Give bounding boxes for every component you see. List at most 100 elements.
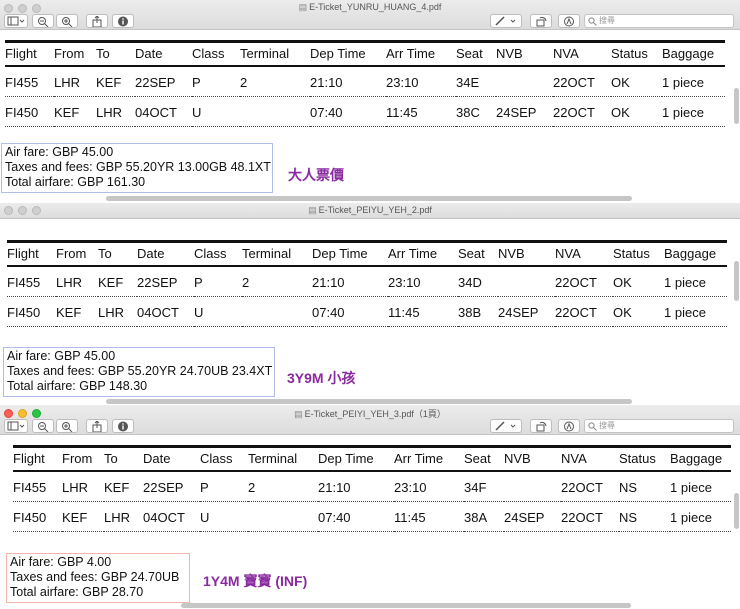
table-cell: KEF: [54, 96, 96, 127]
sidebar-button[interactable]: [4, 14, 28, 28]
sidebar-button[interactable]: [4, 419, 28, 433]
annotate-button[interactable]: [558, 14, 580, 28]
table-cell: 23:10: [394, 471, 464, 502]
horizontal-scrollbar[interactable]: [106, 196, 632, 201]
close-window-button[interactable]: [4, 206, 13, 215]
column-header: Flight: [5, 40, 54, 67]
sidebar-icon: [7, 421, 25, 431]
info-button[interactable]: [112, 419, 134, 433]
sidebar-icon: [7, 16, 25, 26]
horizontal-scrollbar[interactable]: [106, 399, 632, 404]
rotate-button[interactable]: [530, 419, 552, 433]
close-window-button[interactable]: [4, 4, 13, 13]
column-header: Date: [143, 445, 200, 472]
rotate-button[interactable]: [530, 14, 552, 28]
window-controls: [4, 4, 41, 13]
zoom-out-button[interactable]: [32, 14, 54, 28]
column-header: Date: [135, 40, 192, 67]
share-button[interactable]: [86, 14, 108, 28]
window-title-text: E-Ticket_YUNRU_HUANG_4.pdf: [309, 2, 442, 12]
zoom-in-button[interactable]: [56, 14, 78, 28]
vertical-scrollbar[interactable]: [734, 88, 739, 124]
table-cell: 22SEP: [143, 471, 200, 502]
table-cell: FI455: [7, 266, 56, 297]
annotation-note: 大人票價: [288, 167, 344, 183]
table-cell: 1 piece: [664, 266, 727, 297]
share-button[interactable]: [86, 419, 108, 433]
column-header: Arr Time: [394, 445, 464, 472]
zoom-out-button[interactable]: [32, 419, 54, 433]
zoom-window-button[interactable]: [32, 206, 41, 215]
minimize-window-button[interactable]: [18, 409, 27, 418]
taxes-fees-line: Taxes and fees: GBP 55.20YR 24.70UB 23.4…: [7, 364, 273, 378]
fare-summary-box: Air fare: GBP 4.00 Taxes and fees: GBP 2…: [6, 553, 190, 603]
annotation-note: 3Y9M 小孩: [287, 370, 356, 386]
table-row: FI455 LHR KEF 22SEP P 2 21:10 23:10 34E 22OCT OK 1 …: [5, 66, 725, 97]
table-cell: [504, 471, 561, 502]
window-title-text: E-Ticket_PEIYI_YEH_3.pdf（1頁）: [304, 409, 446, 419]
zoom-in-icon: [62, 17, 73, 27]
table-cell: FI455: [13, 471, 62, 502]
close-window-button[interactable]: [4, 409, 13, 418]
table-cell: [242, 296, 312, 327]
table-header-row: Flight From To Date Class Terminal Dep Time Arr…: [5, 40, 725, 67]
zoom-window-button[interactable]: [32, 409, 41, 418]
table-row: FI455 LHR KEF 22SEP P 2 21:10 23:10 34F 22OCT NS 1 …: [13, 471, 731, 502]
table-cell: LHR: [56, 266, 98, 297]
minimize-window-button[interactable]: [18, 206, 27, 215]
flight-table: Flight From To Date Class Terminal Dep Time Arr…: [13, 445, 731, 532]
share-icon: [92, 16, 102, 27]
taxes-fees-line: Taxes and fees: GBP 55.20YR 13.00GB 48.1…: [5, 160, 271, 174]
column-header: Class: [192, 40, 240, 67]
minimize-window-button[interactable]: [18, 4, 27, 13]
total-airfare-line: Total airfare: GBP 28.70: [10, 585, 144, 599]
table-cell: FI450: [5, 96, 54, 127]
search-field[interactable]: 搜尋: [584, 419, 734, 433]
table-cell: 24SEP: [498, 296, 555, 327]
flight-table: Flight From To Date Class Terminal Dep Time Arr…: [5, 40, 725, 127]
table-cell: 11:45: [388, 296, 458, 327]
table-cell: OK: [613, 266, 664, 297]
taxes-fees-line: Taxes and fees: GBP 24.70UB: [10, 570, 180, 584]
zoom-window-button[interactable]: [32, 4, 41, 13]
annotate-button[interactable]: [558, 419, 580, 433]
table-cell: FI455: [5, 66, 54, 97]
pdf-window-3: ▤ E-Ticket_PEIYI_YEH_3.pdf（1頁） 搜尋 Flight F…: [0, 405, 740, 609]
fare-summary-box: Air fare: GBP 45.00 Taxes and fees: GBP …: [1, 143, 273, 193]
table-cell: U: [192, 96, 240, 127]
vertical-scrollbar[interactable]: [734, 261, 739, 301]
table-cell: 23:10: [386, 66, 456, 97]
markup-pen-icon: [495, 421, 516, 431]
table-cell: 1 piece: [670, 501, 731, 532]
table-cell: P: [194, 266, 242, 297]
column-header: Status: [611, 40, 662, 67]
table-cell: 04OCT: [135, 96, 192, 127]
table-cell: 11:45: [394, 501, 464, 532]
table-cell: 34D: [458, 266, 498, 297]
table-row: FI455 LHR KEF 22SEP P 2 21:10 23:10 34D 22OCT OK 1 …: [7, 266, 727, 297]
table-cell: 22OCT: [561, 501, 619, 532]
column-header: Arr Time: [386, 40, 456, 67]
table-cell: 22OCT: [553, 66, 611, 97]
markup-button[interactable]: [490, 14, 522, 28]
info-icon: [118, 421, 128, 432]
table-cell: 1 piece: [664, 296, 727, 327]
zoom-in-button[interactable]: [56, 419, 78, 433]
info-button[interactable]: [112, 14, 134, 28]
column-header: NVB: [496, 40, 553, 67]
table-cell: U: [200, 501, 248, 532]
table-cell: 1 piece: [670, 471, 731, 502]
vertical-scrollbar[interactable]: [734, 493, 739, 529]
search-field[interactable]: 搜尋: [584, 14, 734, 28]
column-header: Status: [619, 445, 670, 472]
table-cell: FI450: [7, 296, 56, 327]
markup-pen-icon: [495, 16, 516, 26]
markup-button[interactable]: [490, 419, 522, 433]
horizontal-scrollbar[interactable]: [181, 603, 631, 608]
table-cell: LHR: [98, 296, 137, 327]
table-cell: 21:10: [310, 66, 386, 97]
table-cell: 22OCT: [561, 471, 619, 502]
column-header: Dep Time: [312, 240, 388, 267]
table-cell: 22OCT: [555, 296, 613, 327]
window-title-text: E-Ticket_PEIYU_YEH_2.pdf: [318, 205, 432, 215]
